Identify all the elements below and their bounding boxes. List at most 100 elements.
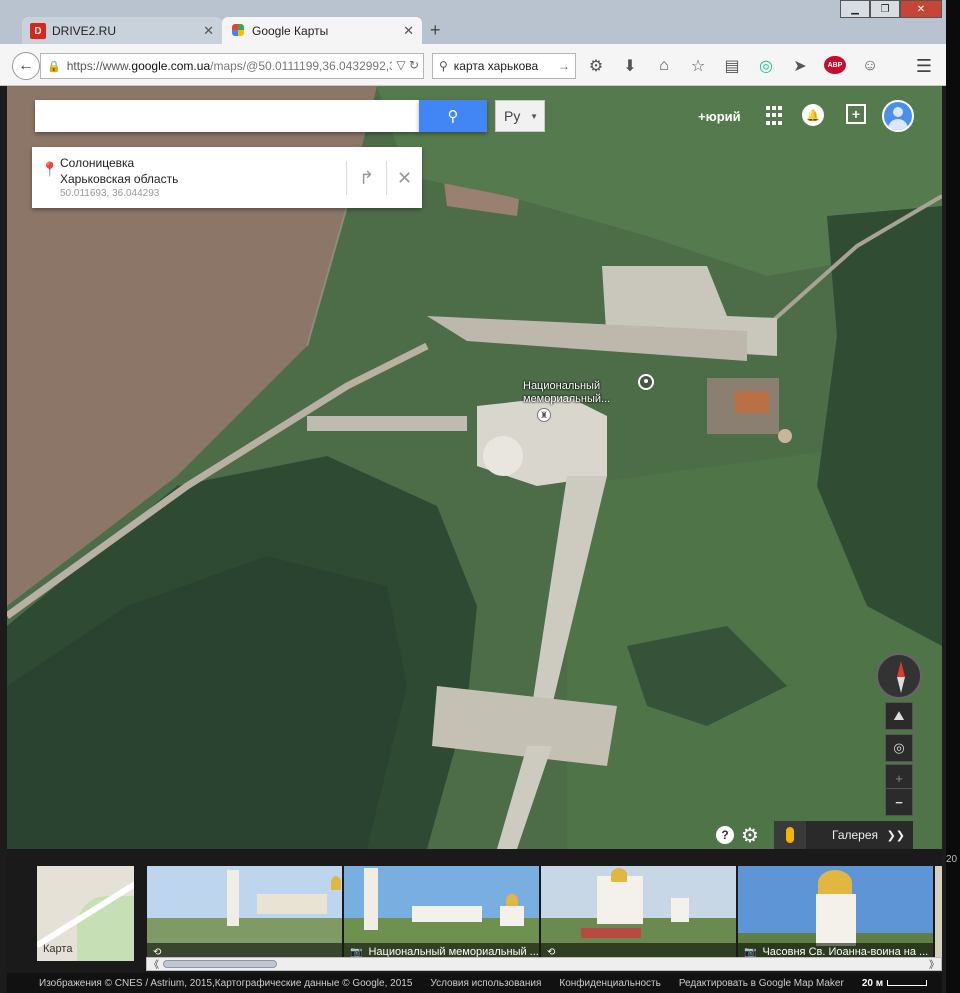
map-search-box[interactable] (35, 100, 419, 132)
bookmark-star-icon[interactable]: ☆ (688, 56, 708, 76)
place-title: Солоницевка (60, 156, 135, 170)
address-bar[interactable]: 🔒 https://www. google.com.ua /maps/@50.0… (40, 53, 424, 79)
photo-thumbnail[interactable]: 📷 Национальный мемориальный ... (344, 866, 539, 961)
minimize-button[interactable]: ▁ (840, 0, 870, 18)
home-icon[interactable]: ⌂ (654, 56, 674, 76)
search-go-arrow-icon[interactable]: → (558, 59, 570, 73)
terms-link[interactable]: Условия использования (430, 978, 541, 989)
google-maps-favicon-icon (230, 23, 246, 39)
share-plus-icon[interactable]: + (846, 104, 866, 124)
360-panorama-icon: ⟲ (547, 946, 556, 958)
compass-north-icon (897, 661, 905, 677)
settings-gear-icon[interactable]: ⚙ (741, 823, 759, 848)
directions-button[interactable]: ↱ (346, 161, 386, 195)
reading-list-icon[interactable]: ▤ (722, 56, 742, 76)
photo-strip-scrollbar[interactable]: 《 》 (146, 957, 942, 971)
search-icon: ⚲ (447, 108, 459, 125)
adblock-icon[interactable]: ABP (824, 56, 846, 74)
photo-strip: Карта ⟲ 📷 Национальный мемориальный ... (7, 849, 942, 973)
tab-google-maps[interactable]: Google Карты ✕ (222, 17, 422, 45)
emoji-icon[interactable]: ☺ (860, 56, 880, 76)
drive2-favicon-icon: D (30, 23, 46, 39)
photo-thumbnail[interactable]: ⟲ (147, 866, 342, 961)
caret-down-icon: ▼ (530, 112, 538, 121)
toolbar-icons: ⚙ ⬇ ⌂ ☆ ▤ ◎ ➤ ABP ☺ (586, 56, 880, 76)
scrollbar-thumb[interactable] (163, 960, 277, 968)
avatar[interactable] (882, 100, 914, 132)
compass-rotate-control[interactable] (876, 653, 922, 699)
tab-label: Google Карты (252, 24, 329, 38)
search-text: карта харькова (453, 59, 539, 73)
place-card[interactable]: 📍 Солоницевка Харьковская область 50.011… (32, 147, 422, 208)
scale-label[interactable]: 20 м (862, 978, 883, 989)
send-arrow-icon[interactable]: ➤ (790, 56, 810, 76)
scale-bar (887, 980, 928, 986)
map-view-toggle[interactable]: Карта (37, 866, 134, 961)
dropdown-reload-icons[interactable]: ▽ ↻ (392, 58, 419, 72)
memorial-marker-icon[interactable]: ♜ (537, 408, 551, 422)
search-icon: ⚲ (439, 59, 448, 73)
camera-icon: 📷 (744, 946, 757, 958)
grammarly-icon[interactable]: ◎ (756, 56, 776, 76)
privacy-link[interactable]: Конфиденциальность (559, 978, 660, 989)
map-footer: Изображения © CNES / Astrium, 2015,Карто… (7, 973, 942, 993)
poi-label-line2: мемориальный... (523, 393, 611, 405)
photo-thumbnail[interactable]: ⟲ (541, 866, 736, 961)
hamburger-menu-icon[interactable]: ☰ (916, 56, 932, 77)
extension-puzzle-icon[interactable]: ⚙ (586, 56, 606, 76)
tilt-3d-button[interactable]: ⛰ (885, 702, 913, 730)
mapmaker-link[interactable]: Редактировать в Google Map Maker (679, 978, 844, 989)
url-path: /maps/@50.0111199,36.0432992,373 (210, 59, 410, 73)
pegman-icon[interactable] (774, 821, 806, 849)
gallery-label: Галерея (832, 828, 879, 842)
imagery-credits: Изображения © CNES / Astrium, 2015,Карто… (39, 977, 413, 989)
language-label: Ру (504, 108, 521, 124)
place-coordinates: 50.011693, 36.044293 (60, 188, 160, 199)
tab-close-icon[interactable]: ✕ (403, 23, 414, 39)
location-pin-icon: 📍 (41, 161, 59, 177)
lock-icon: 🔒 (47, 60, 61, 73)
tab-drive2[interactable]: D DRIVE2.RU ✕ (22, 17, 222, 45)
map-search-input[interactable] (35, 100, 419, 132)
apps-grid-icon[interactable] (766, 106, 786, 126)
notifications-bell-icon[interactable]: 🔔 (802, 104, 824, 126)
zoom-out-button[interactable]: − (885, 788, 913, 816)
new-tab-plus-icon[interactable]: + (430, 20, 441, 41)
browser-search-field[interactable]: ⚲ карта харькова → (432, 53, 576, 79)
browser-window: ▁ ❐ ✕ D DRIVE2.RU ✕ Google Карты ✕ + ← 🔒… (0, 0, 946, 993)
compass-south-icon (897, 677, 905, 693)
tab-label: DRIVE2.RU (52, 24, 117, 38)
minimap-label: Карта (43, 943, 73, 955)
scroll-right-arrow-icon[interactable]: 》 (929, 956, 939, 971)
window-controls: ▁ ❐ ✕ (840, 0, 942, 18)
close-icon: ✕ (396, 167, 413, 188)
close-place-card-button[interactable]: ✕ (386, 161, 422, 195)
photo-thumbnail[interactable]: 📷 Часовня Св. Иоанна-воина на ... (738, 866, 933, 961)
help-icon[interactable]: ? (716, 826, 734, 844)
download-icon[interactable]: ⬇ (620, 56, 640, 76)
place-region: Харьковская область (60, 172, 179, 186)
edge-digits: 20 (946, 854, 958, 865)
gallery-toggle[interactable]: Галерея ❯❯ (774, 821, 913, 849)
title-bar: ▁ ❐ ✕ D DRIVE2.RU ✕ Google Карты ✕ + (0, 0, 946, 45)
url-prefix: https://www. (66, 59, 132, 73)
navigation-toolbar: ← 🔒 https://www. google.com.ua /maps/@50… (0, 44, 946, 86)
photo-thumbnail-partial[interactable] (935, 866, 942, 961)
window-edge: 20 (946, 0, 960, 993)
close-window-button[interactable]: ✕ (900, 0, 942, 18)
language-select[interactable]: Ру ▼ (495, 100, 545, 132)
my-location-button[interactable]: ◎ (885, 734, 913, 762)
selected-location-pin-icon[interactable] (638, 374, 654, 390)
account-name-link[interactable]: +юрий (698, 109, 741, 124)
scroll-left-arrow-icon[interactable]: 《 (149, 956, 159, 971)
url-host: google.com.ua (131, 59, 211, 73)
directions-arrow-icon: ↱ (358, 167, 375, 188)
camera-icon: 📷 (350, 946, 363, 958)
satellite-map[interactable]: ⚲ Ру ▼ 📍 Солоницевка Харьковская область… (7, 86, 942, 849)
poi-label[interactable]: Национальный мемориальный... (523, 380, 610, 406)
maximize-button[interactable]: ❐ (870, 0, 900, 18)
chevron-double-down-icon: ❯❯ (886, 829, 905, 842)
map-search-button[interactable]: ⚲ (419, 100, 487, 132)
tab-close-icon[interactable]: ✕ (203, 23, 214, 39)
back-button[interactable]: ← (12, 52, 40, 80)
